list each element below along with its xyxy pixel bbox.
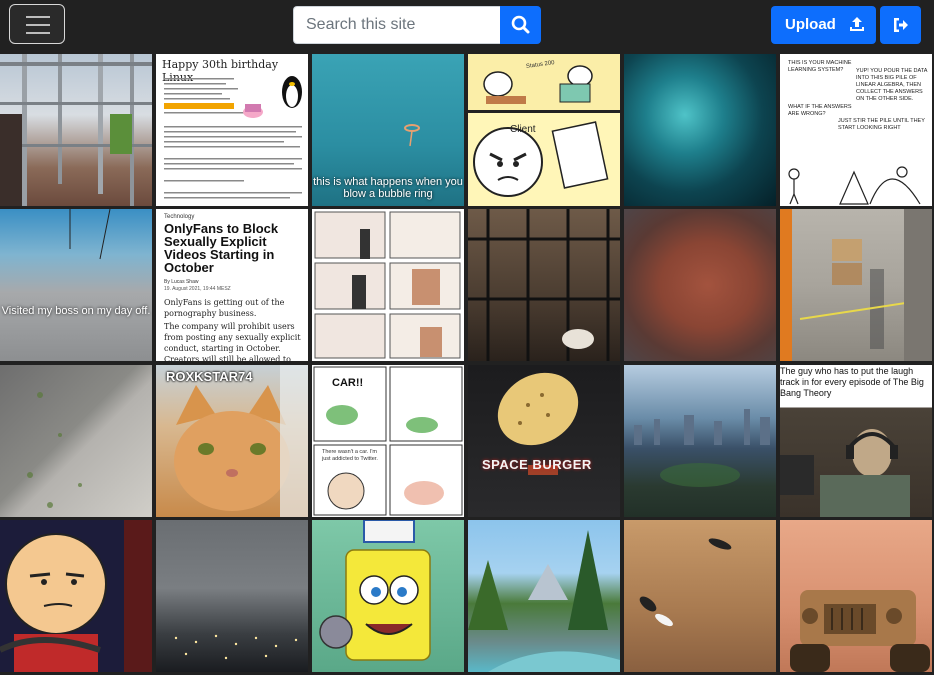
fan-blades-illustration	[69, 209, 111, 260]
upload-button-label: Upload	[785, 16, 836, 33]
article-paragraph-2: The company will prohibit users from pos…	[164, 322, 301, 361]
car-comic-sound: CAR!!	[332, 377, 364, 389]
laugh-track-illustration	[780, 429, 910, 517]
hamburger-icon-line	[26, 24, 50, 26]
gallery-thumbnail-rock-closeup[interactable]	[624, 209, 776, 361]
gallery-thumbnail-onlyfans-article[interactable]: Technology OnlyFans to Block Sexually Ex…	[156, 209, 308, 361]
cage-bars-illustration	[468, 209, 620, 361]
xkcd-stick-figures	[788, 166, 921, 205]
gallery-thumbnail-comic-panels-woman[interactable]	[312, 209, 464, 361]
gallery-thumbnail-city-skyline[interactable]	[624, 365, 776, 517]
gallery-thumbnail-nebula[interactable]	[624, 54, 776, 206]
top-navbar: Upload	[0, 0, 934, 52]
burger-illustration	[497, 372, 579, 475]
gallery-thumbnail-warehouse[interactable]	[780, 209, 932, 361]
linux-email-illustration	[164, 76, 302, 199]
hamburger-icon-line	[26, 32, 50, 34]
article-headline: OnlyFans to Block Sexually Explicit Vide…	[164, 221, 279, 275]
gallery-thumbnail-toy-jeep[interactable]	[780, 520, 932, 672]
client-comic-illustration	[468, 54, 620, 206]
upload-icon	[850, 17, 864, 31]
gallery-thumbnail-night-city[interactable]	[156, 520, 308, 672]
gallery-thumbnail-gym-equipment[interactable]	[0, 54, 152, 206]
insects-illustration	[639, 538, 732, 627]
menu-toggle-button[interactable]	[9, 4, 65, 44]
gallery-thumbnail-laugh-track[interactable]: The guy who has to put the laugh track i…	[780, 365, 932, 517]
gallery-thumbnail-paved-ground[interactable]	[0, 365, 152, 517]
roxkstar-top-text: ROXKSTAR74	[166, 369, 253, 384]
gallery-thumbnail-client-comic[interactable]: Status 200 Client	[468, 54, 620, 206]
article-category: Technology	[164, 214, 195, 220]
orange-cat-illustration	[174, 365, 308, 517]
search-input[interactable]	[293, 6, 500, 44]
logout-button[interactable]	[880, 6, 921, 44]
city-skyline-illustration	[634, 409, 770, 487]
gallery-thumbnail-space-burger[interactable]: SPACE BURGER	[468, 365, 620, 517]
gallery-thumbnail-spongebob[interactable]	[312, 520, 464, 672]
car-comic-speech: There wasn't a car. I'm just addicted to…	[322, 449, 378, 462]
night-city-lights	[174, 634, 298, 660]
paved-ground-illustration	[27, 392, 82, 508]
gallery-thumbnail-linux-birthday[interactable]: Happy 30th birthday Linux	[156, 54, 308, 206]
gallery-thumbnail-cyanide-character[interactable]	[0, 520, 152, 672]
gallery-thumbnail-cat-in-cage[interactable]	[468, 209, 620, 361]
cyanide-character-illustration	[0, 520, 152, 672]
article-byline: By Lucas Shaw	[164, 279, 199, 285]
article-paragraph-1: OnlyFans is getting out of the pornograp…	[164, 298, 285, 318]
sign-out-icon	[894, 18, 908, 32]
comic-panels-illustration	[314, 211, 461, 359]
gym-scene-illustration	[0, 54, 152, 206]
search-button[interactable]	[500, 6, 541, 44]
upload-button[interactable]: Upload	[771, 6, 876, 44]
search-form	[293, 6, 541, 44]
gallery-thumbnail-xkcd-machine-learning[interactable]: THIS IS YOUR MACHINE LEARNING SYSTEM? YU…	[780, 54, 932, 206]
article-date: 19. August 2021, 19:44 MESZ	[164, 286, 231, 292]
gallery-thumbnail-boss-day-off[interactable]: Visited my boss on my day off.	[0, 209, 152, 361]
boss-day-off-caption: Visited my boss on my day off.	[1, 305, 151, 317]
gallery-thumbnail-car-comic[interactable]: CAR!! There wasn't a car. I'm just addic…	[312, 365, 464, 517]
spongebob-illustration	[319, 520, 431, 661]
gallery-thumbnail-insects-sand[interactable]	[624, 520, 776, 672]
hamburger-icon	[26, 16, 50, 18]
gallery-thumbnail-bubble-ring[interactable]: this is what happens when you blow a bub…	[312, 54, 464, 206]
warehouse-illustration	[780, 209, 932, 361]
toy-jeep-illustration	[790, 590, 930, 672]
gallery-thumbnail-mountain-river[interactable]	[468, 520, 620, 672]
space-burger-caption: SPACE BURGER	[482, 457, 592, 472]
bubble-ring-caption: this is what happens when you blow a bub…	[313, 176, 463, 200]
search-icon	[511, 15, 530, 34]
gallery-thumbnail-roxkstar-cat[interactable]: ROXKSTAR74	[156, 365, 308, 517]
client-comic-paper-label: Client	[510, 124, 536, 135]
mountain-river-illustration	[468, 530, 620, 672]
